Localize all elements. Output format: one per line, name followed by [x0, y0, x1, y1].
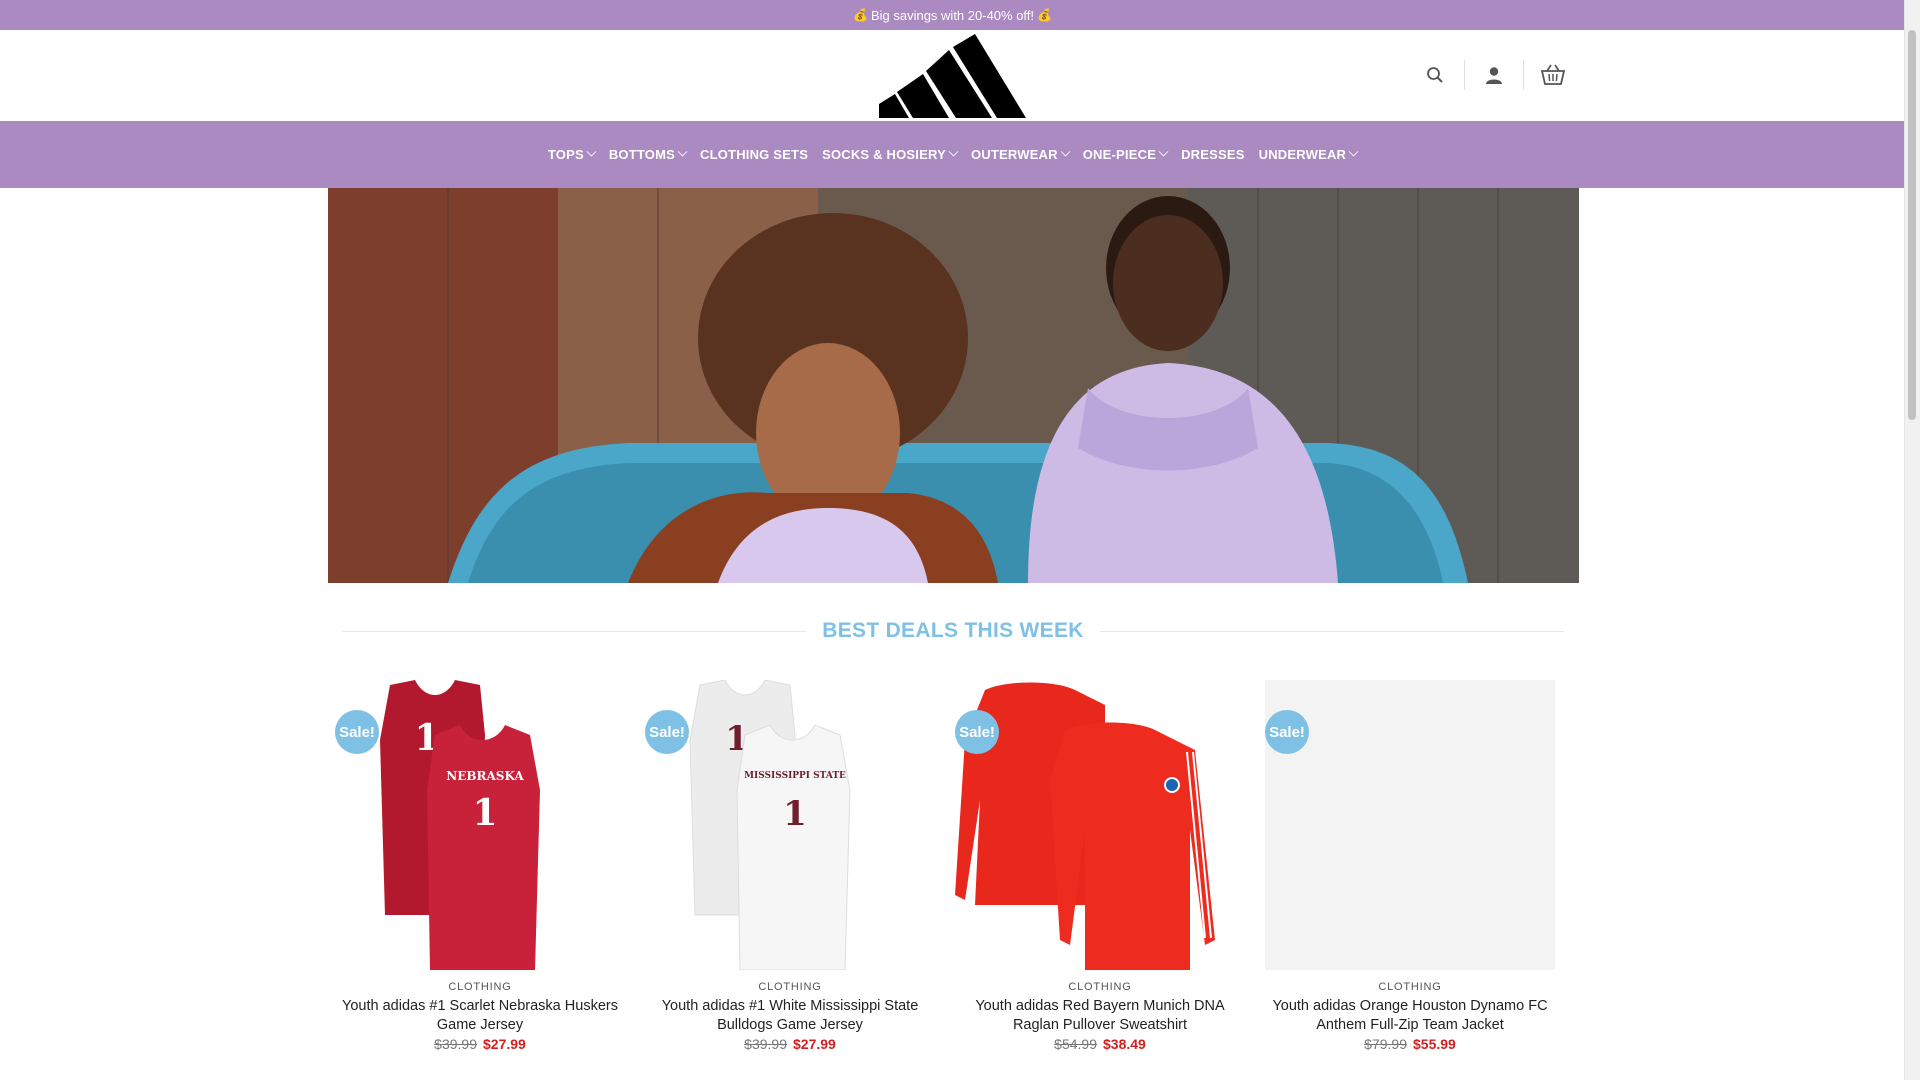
product-name[interactable]: Youth adidas Red Bayern Munich DNA Ragla… [955, 997, 1245, 1035]
hero-image [328, 188, 1579, 583]
search-icon[interactable] [1420, 60, 1450, 90]
scrollbar-thumb[interactable] [1908, 30, 1916, 420]
promo-text: Big savings with 20-40% off! [870, 7, 1035, 23]
product-category[interactable]: CLOTHING [1265, 981, 1555, 993]
promo-bar: 💰 Big savings with 20-40% off! 💰 [0, 0, 1905, 30]
original-price: $39.99 [434, 1036, 477, 1052]
chevron-down-icon [586, 146, 597, 157]
header-divider [1523, 60, 1524, 90]
nav-item-label: ONE-PIECE [1082, 147, 1157, 162]
product-prices: $79.99 $55.99 [1265, 1036, 1555, 1052]
money-bag-icon: 💰 [853, 8, 868, 22]
header-divider [1464, 60, 1465, 90]
nav-item-label: TOPS [547, 147, 584, 162]
jersey-number: 1 [472, 792, 497, 834]
product-prices: $39.99 $27.99 [645, 1036, 935, 1052]
nav-item-label: BOTTOMS [608, 147, 676, 162]
product-card[interactable]: Sale! CLOTHING Youth adidas Red Bayern M… [955, 680, 1245, 1080]
product-category[interactable]: CLOTHING [645, 981, 935, 993]
nav-item-dresses[interactable]: DRESSES [1181, 147, 1245, 162]
basket-icon[interactable] [1538, 60, 1568, 90]
nav-item-one-piece[interactable]: ONE-PIECE [1082, 146, 1169, 162]
hero-banner[interactable] [328, 188, 1579, 583]
section-heading: BEST DEALS THIS WEEK [342, 616, 1564, 646]
page-scrollbar[interactable] [1904, 0, 1920, 1080]
product-image[interactable] [1265, 680, 1555, 970]
sale-badge: Sale! [955, 710, 999, 754]
section-title: BEST DEALS THIS WEEK [822, 619, 1084, 642]
divider-line [342, 630, 807, 632]
chevron-down-icon [948, 146, 959, 157]
nav-item-clothing-sets[interactable]: CLOTHING SETS [700, 147, 808, 162]
chevron-down-icon [1060, 146, 1071, 157]
original-price: $79.99 [1364, 1036, 1407, 1052]
nav-item-label: CLOTHING SETS [700, 147, 809, 162]
product-card[interactable]: 1 MISSISSIPPI STATE 1 Sale! CLOTHING You… [645, 680, 935, 1080]
nav-item-label: SOCKS & HOSIERY [822, 147, 946, 162]
category-nav: TOPS BOTTOMS CLOTHING SETS SOCKS & HOSIE… [0, 121, 1905, 188]
nav-item-label: UNDERWEAR [1258, 147, 1347, 162]
money-bag-icon: 💰 [1037, 8, 1052, 22]
jersey-text: MISSISSIPPI STATE [744, 771, 846, 781]
jersey-text: NEBRASKA [446, 769, 524, 783]
original-price: $39.99 [744, 1036, 787, 1052]
account-icon[interactable] [1479, 60, 1509, 90]
chevron-down-icon [1158, 146, 1169, 157]
sale-price: $27.99 [483, 1036, 526, 1052]
sale-badge: Sale! [335, 710, 379, 754]
sale-price: $38.49 [1103, 1036, 1146, 1052]
nav-item-underwear[interactable]: UNDERWEAR [1258, 146, 1359, 162]
product-prices: $54.99 $38.49 [955, 1036, 1245, 1052]
site-header [0, 30, 1905, 122]
adidas-logo[interactable] [879, 34, 1026, 118]
product-grid: 1 NEBRASKA 1 Sale! CLOTHING Youth adidas… [335, 680, 1575, 1080]
chevron-down-icon [677, 146, 688, 157]
product-name[interactable]: Youth adidas #1 White Mississippi State … [645, 997, 935, 1035]
original-price: $54.99 [1054, 1036, 1097, 1052]
product-category[interactable]: CLOTHING [335, 981, 625, 993]
product-card[interactable]: Sale! CLOTHING Youth adidas Orange Houst… [1265, 680, 1555, 1080]
product-image[interactable] [955, 680, 1245, 970]
sale-price: $55.99 [1413, 1036, 1456, 1052]
product-card[interactable]: 1 NEBRASKA 1 Sale! CLOTHING Youth adidas… [335, 680, 625, 1080]
nav-item-outerwear[interactable]: OUTERWEAR [970, 146, 1071, 162]
jersey-number: 1 [783, 794, 807, 834]
product-prices: $39.99 $27.99 [335, 1036, 625, 1052]
nav-item-socks-hosiery[interactable]: SOCKS & HOSIERY [822, 146, 959, 162]
sale-badge: Sale! [1265, 710, 1309, 754]
chevron-down-icon [1348, 146, 1359, 157]
product-category[interactable]: CLOTHING [955, 981, 1245, 993]
product-image[interactable]: 1 MISSISSIPPI STATE 1 [645, 680, 935, 970]
product-name[interactable]: Youth adidas Orange Houston Dynamo FC An… [1265, 997, 1555, 1035]
nav-item-bottoms[interactable]: BOTTOMS [608, 146, 688, 162]
sale-badge: Sale! [645, 710, 689, 754]
sale-price: $27.99 [793, 1036, 836, 1052]
divider-line [1099, 630, 1564, 632]
product-image[interactable]: 1 NEBRASKA 1 [335, 680, 625, 970]
nav-item-label: DRESSES [1181, 147, 1245, 162]
nav-item-tops[interactable]: TOPS [547, 146, 597, 162]
product-name[interactable]: Youth adidas #1 Scarlet Nebraska Huskers… [335, 997, 625, 1035]
nav-item-label: OUTERWEAR [970, 147, 1058, 162]
